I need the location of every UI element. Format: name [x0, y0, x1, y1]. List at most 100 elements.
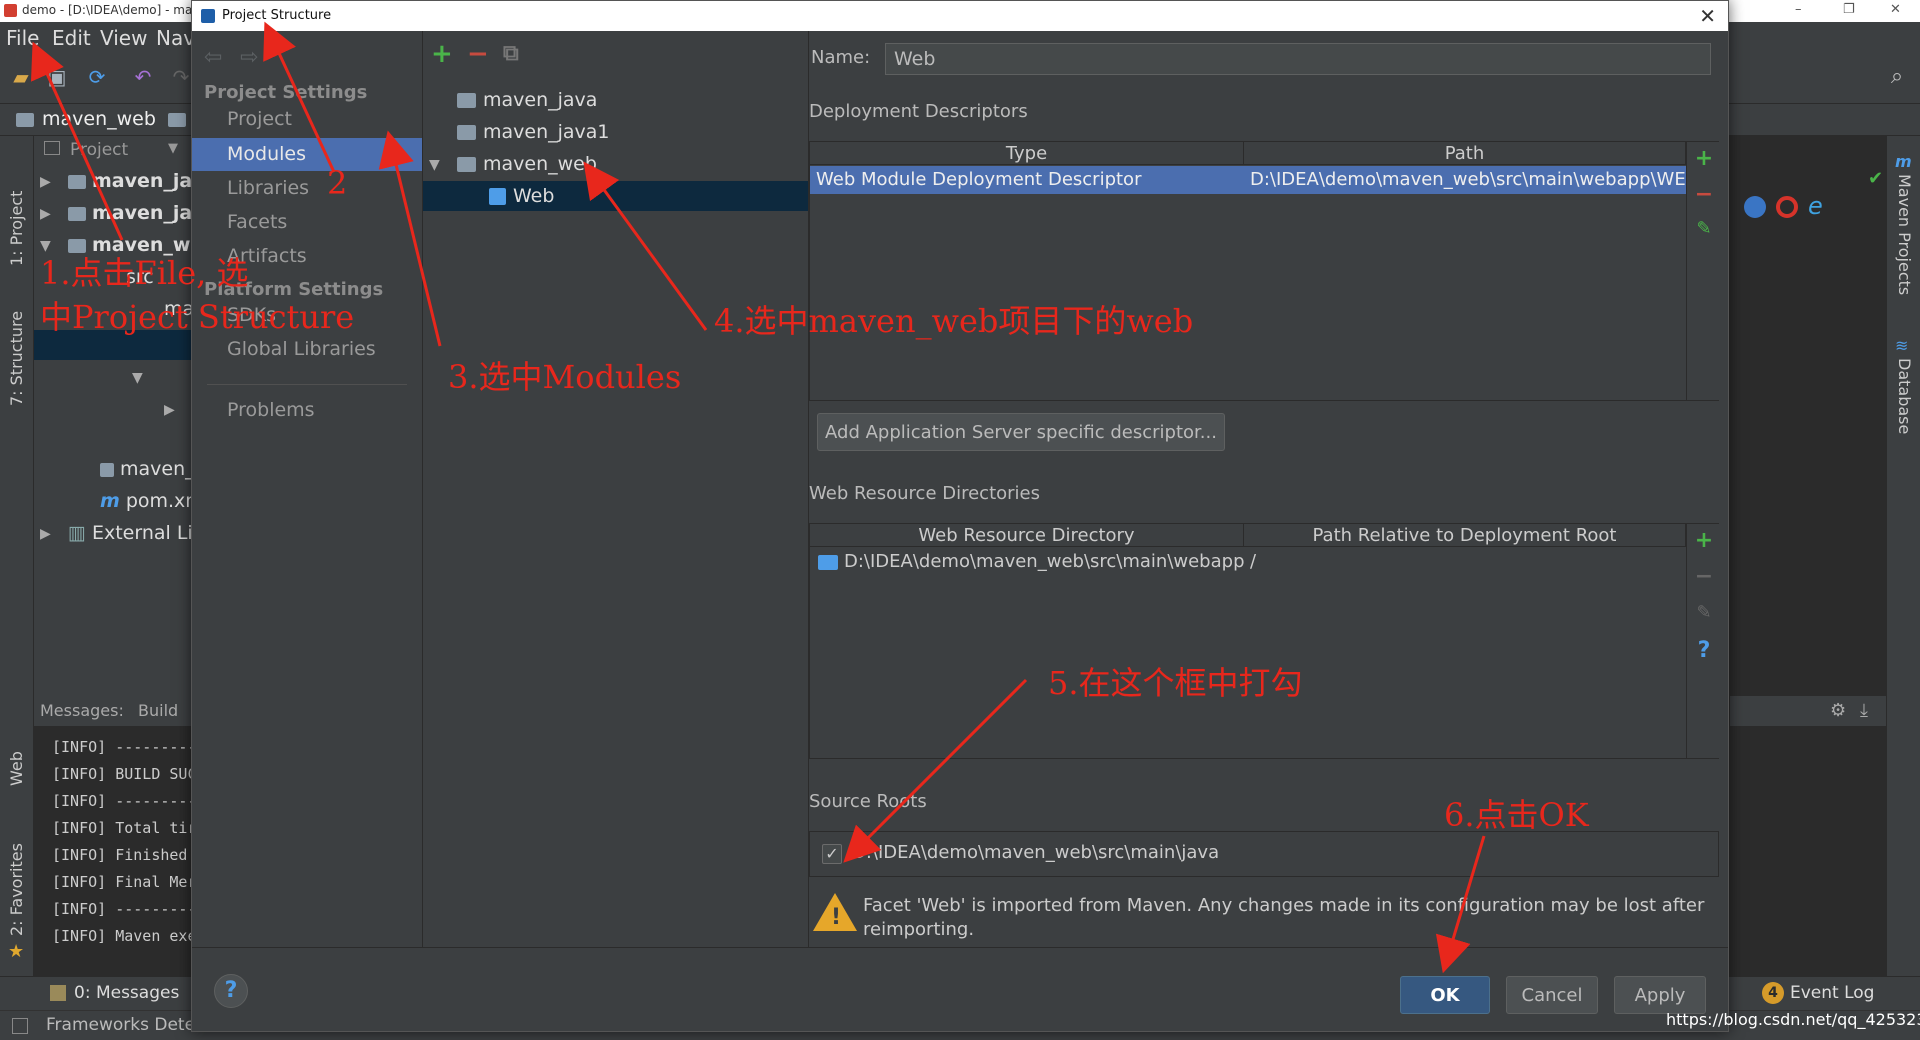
project-panel-header: Project ▼ — [34, 136, 194, 166]
tree-item[interactable]: maven_jav — [68, 170, 205, 192]
message-line: [INFO] Final Mer — [52, 873, 197, 891]
remove-icon[interactable]: − — [467, 39, 489, 69]
sidebar-item-libraries[interactable]: Libraries — [192, 172, 422, 205]
forward-arrow-icon[interactable]: ⇨ — [240, 45, 258, 70]
structure-tool-tab[interactable]: 7: Structure — [7, 286, 26, 406]
sync-icon[interactable]: ⟳ — [86, 66, 108, 88]
database-tab[interactable]: Database — [1895, 358, 1914, 448]
tree-item[interactable]: ▥ External Lib — [68, 522, 205, 544]
right-tool-window-strip: m Maven Projects ≋ Database — [1886, 136, 1920, 976]
add-icon[interactable]: + — [431, 39, 453, 69]
cancel-button[interactable]: Cancel — [1506, 976, 1598, 1014]
redo-icon[interactable]: ↷ — [170, 66, 192, 88]
breadcrumb-module[interactable]: maven_web — [42, 108, 156, 130]
copy-icon[interactable]: ⧉ — [503, 41, 519, 66]
message-line: [INFO] BUILD SUC — [52, 765, 197, 783]
project-panel-title[interactable]: Project — [70, 140, 128, 160]
download-icon[interactable]: ⤓ — [1860, 700, 1868, 721]
table-cell[interactable]: D:\IDEA\demo\maven_web\src\main\webapp\W… — [1244, 166, 1686, 194]
table-cell[interactable]: D:\IDEA\demo\maven_web\src\main\webapp — [838, 548, 1244, 576]
tree-item[interactable]: m pom.xn — [100, 490, 197, 512]
module-item-web-selected[interactable]: Web — [423, 181, 808, 211]
column-header-type[interactable]: Type — [810, 142, 1244, 165]
module-item[interactable]: maven_web — [423, 149, 808, 179]
add-server-descriptor-button[interactable]: Add Application Server specific descript… — [817, 413, 1225, 451]
source-roots-header: Source Roots — [809, 791, 927, 812]
annotation-step6: 6.点击OK — [1444, 796, 1589, 834]
build-tab[interactable]: Build — [138, 701, 178, 720]
status-icon — [12, 1018, 28, 1034]
safari-icon[interactable] — [1744, 196, 1766, 218]
opera-icon[interactable] — [1776, 196, 1798, 218]
module-item[interactable]: maven_java1 — [423, 117, 808, 147]
sidebar-item-project[interactable]: Project — [192, 103, 422, 136]
ok-button[interactable]: OK — [1400, 976, 1490, 1014]
module-folder-icon — [68, 174, 86, 189]
project-tool-tab[interactable]: 1: Project — [7, 156, 26, 266]
menu-edit[interactable]: Edit — [52, 26, 91, 50]
sidebar-item-problems[interactable]: Problems — [192, 394, 422, 427]
table-toolbar: + − ✎ — [1686, 142, 1719, 400]
sidebar-item-facets[interactable]: Facets — [192, 206, 422, 239]
minimize-icon[interactable]: – — [1795, 2, 1802, 17]
restore-icon[interactable]: ❐ — [1843, 2, 1855, 17]
sidebar-item-modules[interactable]: Modules — [192, 138, 422, 171]
module-folder-icon — [457, 93, 476, 108]
expand-arrow-icon[interactable]: ▶ — [40, 206, 51, 222]
column-header-web-resource-directory[interactable]: Web Resource Directory — [810, 524, 1244, 547]
dialog-title-bar: Project Structure ✕ — [192, 1, 1728, 31]
maven-warning-text-line2: reimporting. — [863, 919, 975, 940]
tree-item[interactable]: maven_ — [100, 458, 195, 480]
favorites-tool-tab[interactable]: 2: Favorites — [7, 826, 26, 936]
menu-navigate[interactable]: Nav — [156, 26, 195, 50]
expand-arrow-icon[interactable]: ▶ — [40, 174, 51, 190]
menu-file[interactable]: File — [6, 26, 39, 50]
table-toolbar: + − ✎ ? — [1686, 524, 1719, 758]
remove-icon[interactable]: − — [1693, 182, 1715, 207]
column-header-path-relative[interactable]: Path Relative to Deployment Root — [1244, 524, 1686, 547]
maven-projects-tab[interactable]: Maven Projects — [1895, 174, 1914, 304]
messages-tool-tab[interactable]: 0: Messages — [74, 983, 179, 1003]
collapse-arrow-icon[interactable]: ▼ — [132, 370, 143, 386]
message-line: [INFO] --------- — [52, 900, 197, 918]
tree-item[interactable]: maven_jav — [68, 202, 205, 224]
module-folder-icon — [457, 125, 476, 140]
menu-view[interactable]: View — [100, 26, 147, 50]
open-folder-icon[interactable]: ▰ — [10, 66, 32, 88]
edit-icon[interactable]: ✎ — [1693, 602, 1715, 623]
event-log-badge: 4 — [1762, 982, 1784, 1004]
messages-tab-label: Messages: — [40, 701, 124, 720]
undo-icon[interactable]: ↶ — [132, 66, 154, 88]
help-button[interactable]: ? — [214, 974, 248, 1008]
close-icon[interactable]: ✕ — [1699, 4, 1716, 28]
module-item[interactable]: maven_java — [423, 85, 808, 115]
search-icon[interactable]: ⌕ — [1886, 66, 1908, 88]
apply-button[interactable]: Apply — [1614, 976, 1706, 1014]
remove-icon[interactable]: − — [1693, 564, 1715, 589]
back-arrow-icon[interactable]: ⇦ — [204, 45, 222, 70]
source-root-path: D:\IDEA\demo\maven_web\src\main\java — [852, 842, 1220, 863]
edit-icon[interactable]: ✎ — [1693, 218, 1715, 239]
web-tool-tab[interactable]: Web — [7, 736, 26, 786]
save-icon[interactable]: ▣ — [46, 66, 68, 88]
table-cell[interactable]: Web Module Deployment Descriptor — [810, 166, 1244, 194]
warning-icon-mark: ! — [831, 905, 842, 930]
column-header-path[interactable]: Path — [1244, 142, 1686, 165]
collapse-arrow-icon[interactable]: ▼ — [429, 157, 440, 173]
name-field[interactable] — [885, 43, 1711, 75]
star-icon: ★ — [8, 941, 25, 962]
expand-arrow-icon[interactable]: ▶ — [40, 526, 51, 542]
source-root-checkbox[interactable]: ✓ — [822, 844, 842, 864]
expand-arrow-icon[interactable]: ▶ — [164, 402, 175, 418]
ie-icon[interactable]: e — [1808, 192, 1823, 220]
add-icon[interactable]: + — [1693, 146, 1715, 171]
event-log-tab[interactable]: Event Log — [1790, 983, 1874, 1003]
add-icon[interactable]: + — [1693, 528, 1715, 553]
help-icon[interactable]: ? — [1693, 638, 1715, 663]
table-cell[interactable]: / — [1244, 548, 1686, 576]
gear-icon[interactable]: ⚙ — [1830, 700, 1846, 721]
chevron-down-icon[interactable]: ▼ — [168, 141, 178, 156]
close-window-icon[interactable]: ✕ — [1890, 2, 1901, 17]
message-line: [INFO] --------- — [52, 792, 197, 810]
database-icon: ≋ — [1895, 336, 1909, 355]
